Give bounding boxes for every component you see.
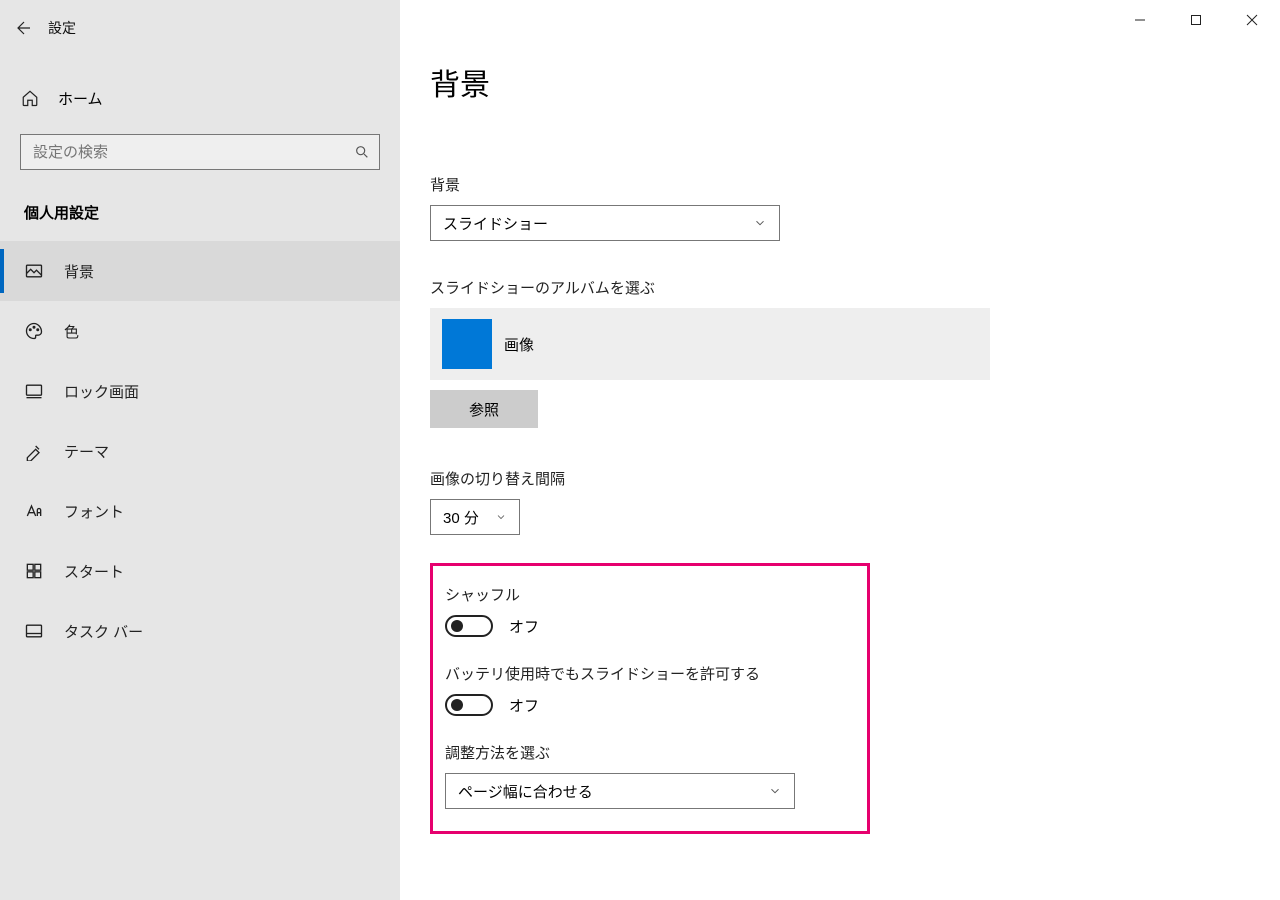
- highlight-box: シャッフル オフ バッテリ使用時でもスライドショーを許可する オフ 調整方法を選…: [430, 563, 870, 834]
- fit-value: ページ幅に合わせる: [458, 781, 593, 802]
- sidebar-home[interactable]: ホーム: [0, 76, 400, 120]
- nav-label: テーマ: [64, 441, 109, 462]
- sidebar-header: 設定: [0, 8, 400, 48]
- interval-dropdown[interactable]: 30 分: [430, 499, 520, 535]
- background-value: スライドショー: [443, 213, 548, 234]
- battery-toggle[interactable]: [445, 694, 493, 716]
- nav-label: 背景: [64, 261, 94, 282]
- theme-icon: [24, 441, 44, 461]
- nav-item-lockscreen[interactable]: ロック画面: [0, 361, 400, 421]
- nav-list: 背景 色 ロック画面 テーマ: [0, 241, 400, 661]
- nav-item-taskbar[interactable]: タスク バー: [0, 601, 400, 661]
- palette-icon: [24, 321, 44, 341]
- nav-label: タスク バー: [64, 621, 143, 642]
- nav-item-start[interactable]: スタート: [0, 541, 400, 601]
- battery-state: オフ: [509, 695, 539, 716]
- nav-label: スタート: [64, 561, 124, 582]
- album-row[interactable]: 画像: [430, 308, 990, 380]
- lockscreen-icon: [24, 381, 44, 401]
- back-button[interactable]: [0, 8, 48, 48]
- nav-item-background[interactable]: 背景: [0, 241, 400, 301]
- album-label: スライドショーのアルバムを選ぶ: [430, 277, 1240, 298]
- settings-window: 設定 ホーム 個人用設定 背景: [0, 0, 1280, 900]
- search-icon: [354, 144, 370, 160]
- background-dropdown[interactable]: スライドショー: [430, 205, 780, 241]
- nav-category: 個人用設定: [0, 190, 400, 241]
- shuffle-label: シャッフル: [445, 584, 855, 605]
- close-icon: [1246, 14, 1258, 26]
- maximize-button[interactable]: [1168, 0, 1224, 40]
- window-controls: [1112, 0, 1280, 40]
- taskbar-icon: [24, 621, 44, 641]
- album-thumbnail: [442, 319, 492, 369]
- battery-label: バッテリ使用時でもスライドショーを許可する: [445, 663, 855, 684]
- browse-button[interactable]: 参照: [430, 390, 538, 428]
- fit-dropdown[interactable]: ページ幅に合わせる: [445, 773, 795, 809]
- chevron-down-icon: [768, 784, 782, 798]
- sidebar: 設定 ホーム 個人用設定 背景: [0, 0, 400, 900]
- interval-label: 画像の切り替え間隔: [430, 468, 1240, 489]
- fit-label: 調整方法を選ぶ: [445, 742, 855, 763]
- nav-item-fonts[interactable]: フォント: [0, 481, 400, 541]
- home-label: ホーム: [58, 88, 103, 109]
- content-pane: 背景 背景 スライドショー スライドショーのアルバムを選ぶ 画像 参照 画像の切…: [400, 0, 1280, 900]
- interval-value: 30 分: [443, 507, 479, 528]
- nav-label: ロック画面: [64, 381, 139, 402]
- picture-icon: [24, 261, 44, 281]
- nav-label: フォント: [64, 501, 124, 522]
- nav-item-themes[interactable]: テーマ: [0, 421, 400, 481]
- nav-item-colors[interactable]: 色: [0, 301, 400, 361]
- maximize-icon: [1190, 14, 1202, 26]
- chevron-down-icon: [495, 511, 507, 523]
- search-wrap: [0, 120, 400, 190]
- start-icon: [24, 561, 44, 581]
- background-label: 背景: [430, 174, 1240, 195]
- app-title: 設定: [48, 18, 76, 38]
- font-icon: [24, 501, 44, 521]
- close-button[interactable]: [1224, 0, 1280, 40]
- chevron-down-icon: [753, 216, 767, 230]
- shuffle-state: オフ: [509, 616, 539, 637]
- shuffle-toggle[interactable]: [445, 615, 493, 637]
- album-name: 画像: [504, 334, 534, 355]
- arrow-left-icon: [15, 19, 33, 37]
- nav-label: 色: [64, 321, 79, 342]
- home-icon: [20, 88, 40, 108]
- page-title: 背景: [430, 60, 1240, 104]
- minimize-button[interactable]: [1112, 0, 1168, 40]
- search-input[interactable]: [20, 134, 380, 170]
- minimize-icon: [1134, 14, 1146, 26]
